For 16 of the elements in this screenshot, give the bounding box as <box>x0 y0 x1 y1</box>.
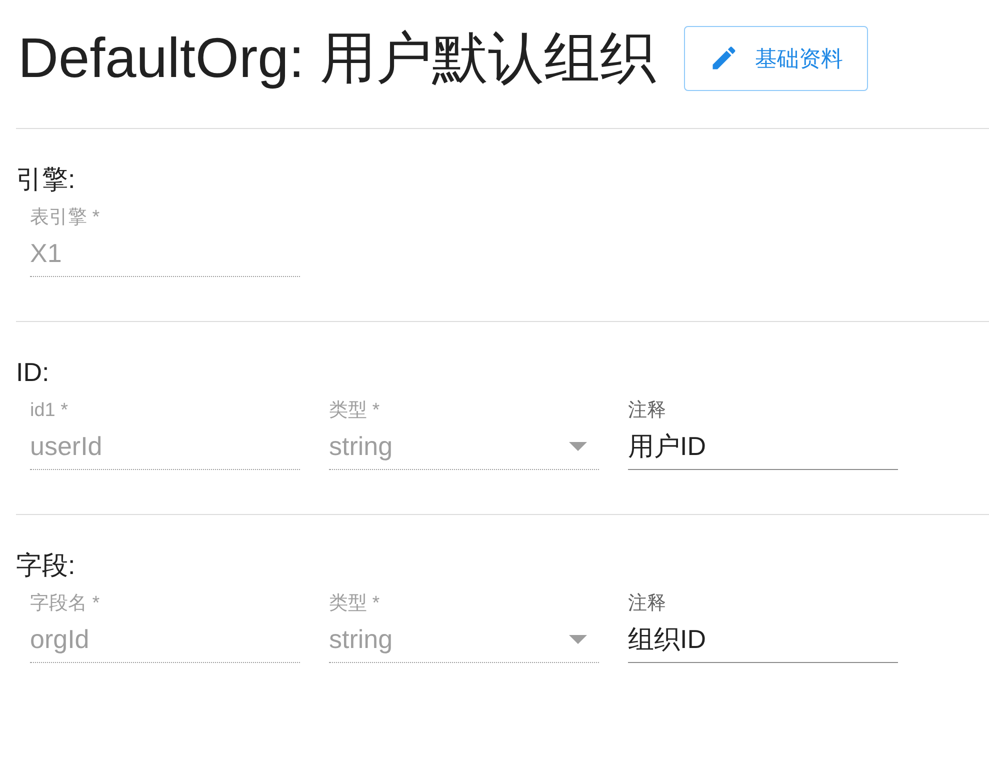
field-label: 注释 <box>628 592 667 616</box>
dropdown-arrow-icon <box>569 635 587 644</box>
field-label: 注释 <box>628 399 667 423</box>
field-label: 类型 * <box>329 399 381 423</box>
field-label: id1 * <box>30 399 70 423</box>
section-heading: 引擎: <box>16 163 76 195</box>
field-label: 字段名 * <box>30 592 101 616</box>
edit-basic-info-button[interactable]: 基础资料 <box>684 26 868 90</box>
page-title: DefaultOrg: 用户默认组织 <box>18 25 656 91</box>
text-field[interactable]: 用户ID <box>628 424 898 470</box>
text-field[interactable]: 组织ID <box>628 617 898 663</box>
field-label: 表引擎 * <box>30 206 101 230</box>
field-label: 类型 * <box>329 592 381 616</box>
section-heading: 字段: <box>16 549 76 581</box>
section-heading: ID: <box>16 356 50 388</box>
dropdown-arrow-icon <box>569 442 587 451</box>
